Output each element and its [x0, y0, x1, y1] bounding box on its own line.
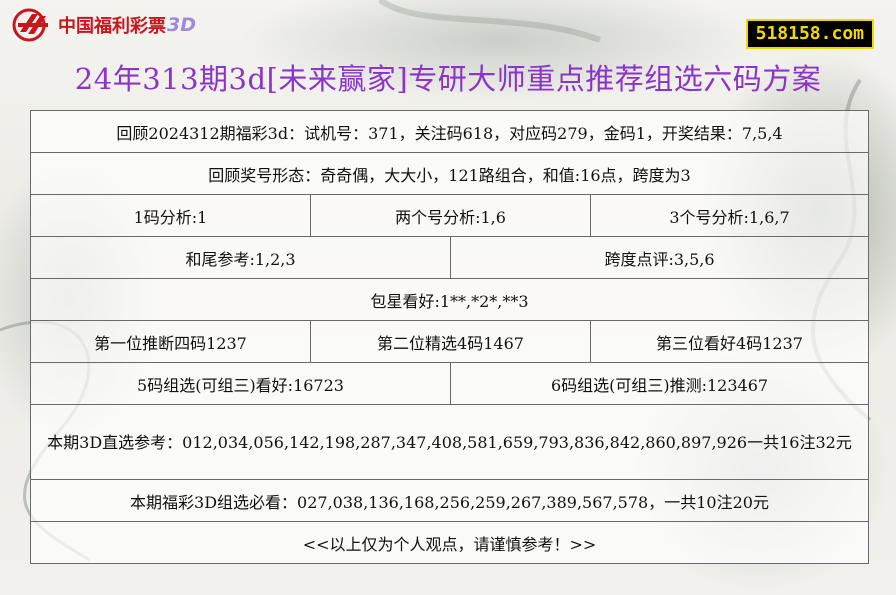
page: 中国福利彩票 3D 518158.com 24年313期3d[未来赢家]专研大师… — [0, 0, 896, 595]
sum-tail-cell: 和尾参考:1,2,3 — [30, 236, 451, 279]
site-badge[interactable]: 518158.com — [745, 19, 874, 49]
pos2-cell: 第二位精选4码1467 — [310, 320, 591, 363]
form-cell: 回顾奖号形态：奇奇偶，大大小，121路组合，和值:16点，跨度为3 — [29, 152, 870, 195]
three-code-cell: 3个号分析:1,6,7 — [589, 194, 870, 237]
group6-cell: 6码组选(可组三)推测:123467 — [449, 362, 870, 405]
page-title: 24年313期3d[未来赢家]专研大师重点推荐组选六码方案 — [74, 62, 822, 96]
group5-cell: 5码组选(可组三)看好:16723 — [30, 362, 451, 405]
one-code-cell: 1码分析:1 — [30, 194, 311, 237]
recommendation-table: 回顾2024312期福彩3d：试机号：371，关注码618，对应码279，金码1… — [29, 110, 870, 564]
pos1-cell: 第一位推断四码1237 — [30, 320, 311, 363]
span-cell: 跨度点评:3,5,6 — [449, 236, 870, 279]
group-picks-cell: 本期福彩3D组选必看：027,038,136,168,256,259,267,3… — [29, 479, 870, 522]
brand-logo: 中国福利彩票 3D — [12, 8, 196, 42]
brand-name: 中国福利彩票 — [58, 16, 166, 37]
pos3-cell: 第三位看好4码1237 — [589, 320, 870, 363]
cwl-logo-icon — [12, 8, 48, 42]
two-code-cell: 两个号分析:1,6 — [310, 194, 591, 237]
review-cell: 回顾2024312期福彩3d：试机号：371，关注码618，对应码279，金码1… — [29, 110, 870, 153]
disclaimer-cell: <<以上仅为个人观点，请谨慎参考！>> — [29, 521, 870, 564]
brand-3d: 3D — [167, 14, 196, 36]
direct-picks-cell: 本期3D直选参考：012,034,056,142,198,287,347,408… — [29, 404, 870, 480]
baoxing-cell: 包星看好:1**,*2*,**3 — [29, 278, 870, 321]
